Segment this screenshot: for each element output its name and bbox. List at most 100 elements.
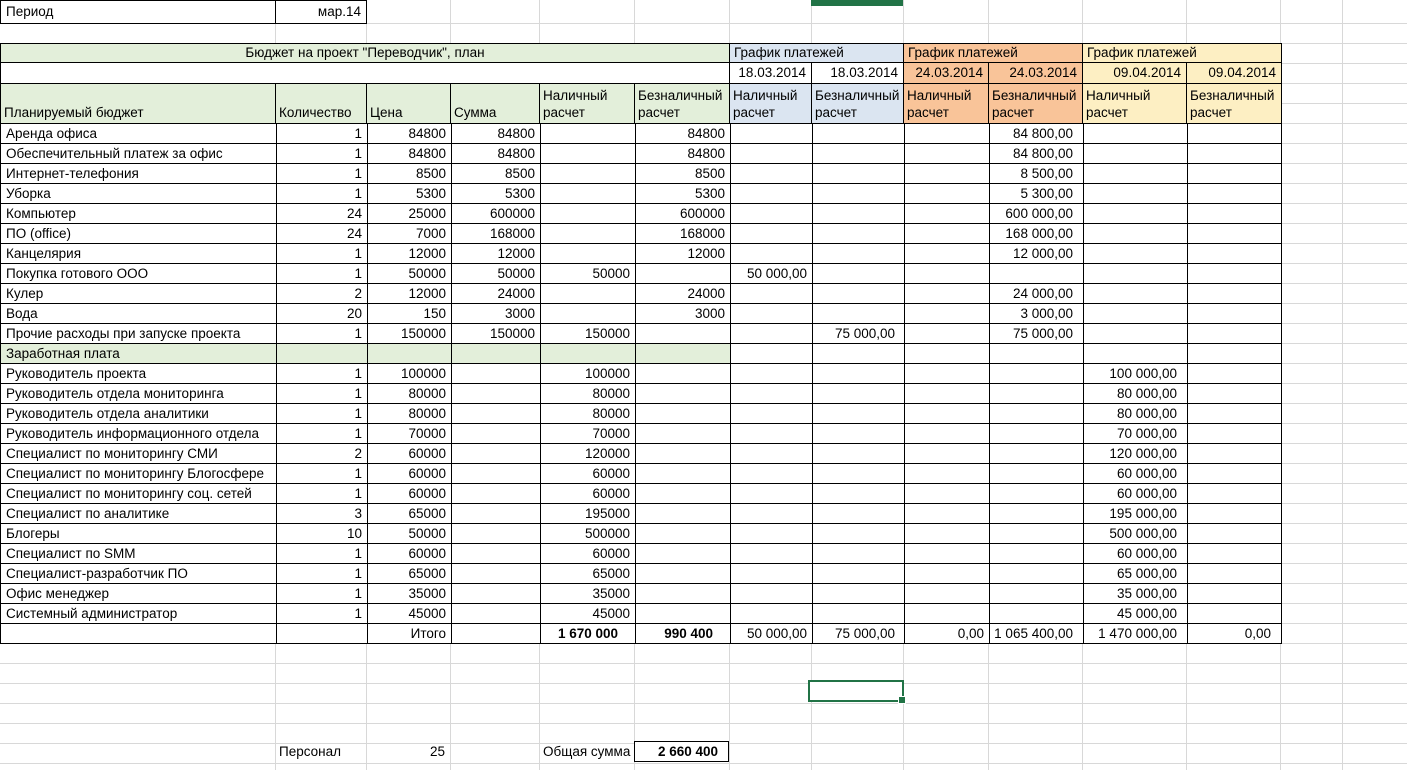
cell-value[interactable]: 150: [368, 304, 446, 323]
cell-value[interactable]: 150000: [452, 324, 535, 343]
totals-cash[interactable]: 1 670 000: [541, 624, 630, 643]
cell-value[interactable]: 12000: [452, 244, 535, 263]
cell-value[interactable]: 20: [277, 304, 362, 323]
empty-cell[interactable]: [1, 63, 730, 83]
cell-value[interactable]: 5300: [636, 184, 725, 203]
col-header-qty[interactable]: Количество: [276, 84, 367, 123]
cell-value[interactable]: 24: [277, 204, 362, 223]
cell-value[interactable]: 1: [277, 364, 362, 383]
cell-value[interactable]: 80000: [368, 404, 446, 423]
cell-value[interactable]: 45000: [368, 604, 446, 623]
cell-value[interactable]: 84800: [368, 124, 446, 143]
cell-value[interactable]: 35 000,00: [1084, 584, 1177, 603]
row-label[interactable]: Покупка готового ООО: [6, 264, 148, 283]
cell-value[interactable]: 60000: [541, 544, 630, 563]
table-row[interactable]: Обеспечительный платеж за офис1848008480…: [1, 144, 1281, 164]
row-label[interactable]: Специалист по SMM: [6, 544, 136, 563]
cell-value[interactable]: 3 000,00: [990, 304, 1073, 323]
cell-value[interactable]: 150000: [368, 324, 446, 343]
cell-value[interactable]: 1: [277, 424, 362, 443]
table-row[interactable]: Системный администратор1450004500045 000…: [1, 604, 1281, 624]
cell-value[interactable]: 60000: [541, 484, 630, 503]
totals-g3-noncash[interactable]: 0,00: [1188, 624, 1271, 643]
table-row[interactable]: Канцелярия112000120001200012 000,00: [1, 244, 1281, 264]
row-label[interactable]: Аренда офиса: [6, 124, 97, 143]
row-label[interactable]: Руководитель проекта: [6, 364, 146, 383]
row-label[interactable]: ПО (office): [6, 224, 71, 243]
cell-value[interactable]: 35000: [541, 584, 630, 603]
cell-value[interactable]: 65000: [368, 504, 446, 523]
row-label[interactable]: Интернет-телефония: [6, 164, 139, 183]
table-row[interactable]: Руководитель информационного отдела17000…: [1, 424, 1281, 444]
cell-value[interactable]: 195000: [541, 504, 630, 523]
col-header-noncash[interactable]: Безналичный расчет: [635, 84, 730, 123]
totals-g1-cash[interactable]: 50 000,00: [731, 624, 807, 643]
cell-value[interactable]: 24: [277, 224, 362, 243]
cell-value[interactable]: 1: [277, 264, 362, 283]
table-row[interactable]: Вода20150300030003 000,00: [1, 304, 1281, 324]
table-row[interactable]: Специалист-разработчик ПО1650006500065 0…: [1, 564, 1281, 584]
fill-handle[interactable]: [898, 696, 906, 704]
table-row[interactable]: Прочие расходы при запуске проекта115000…: [1, 324, 1281, 344]
col-header-g3-cash[interactable]: Наличный расчет: [1083, 84, 1187, 123]
cell-value[interactable]: 600000: [452, 204, 535, 223]
cell-value[interactable]: 60000: [368, 484, 446, 503]
cell-value[interactable]: 80000: [368, 384, 446, 403]
cell-value[interactable]: 1: [277, 584, 362, 603]
cell-value[interactable]: 168 000,00: [990, 224, 1073, 243]
row-label[interactable]: Обеспечительный платеж за офис: [6, 144, 223, 163]
table-row[interactable]: Офис менеджер1350003500035 000,00: [1, 584, 1281, 604]
schedule-2-title[interactable]: График платежей: [904, 44, 1083, 62]
cell-value[interactable]: 168000: [636, 224, 725, 243]
cell-value[interactable]: 84800: [452, 144, 535, 163]
cell-value[interactable]: 70000: [368, 424, 446, 443]
cell-value[interactable]: 1: [277, 464, 362, 483]
cell-value[interactable]: 3000: [636, 304, 725, 323]
cell-value[interactable]: 1: [277, 164, 362, 183]
col-header-name[interactable]: Планируемый бюджет: [1, 84, 276, 123]
row-label[interactable]: Вода: [6, 304, 38, 323]
totals-row[interactable]: Итого 1 670 000 990 400 50 000,00 75 000…: [1, 624, 1281, 644]
cell-value[interactable]: 2: [277, 444, 362, 463]
schedule-2-date-cash[interactable]: 24.03.2014: [904, 63, 989, 83]
table-title[interactable]: Бюджет на проект "Переводчик", план: [1, 44, 730, 62]
cell-value[interactable]: 60000: [368, 464, 446, 483]
cell-value[interactable]: 84800: [636, 144, 725, 163]
schedule-1-title[interactable]: График платежей: [730, 44, 904, 62]
totals-g2-cash[interactable]: 0,00: [905, 624, 984, 643]
col-header-price[interactable]: Цена: [367, 84, 451, 123]
cell-value[interactable]: 60 000,00: [1084, 544, 1177, 563]
row-label[interactable]: Канцелярия: [6, 244, 81, 263]
col-header-cash[interactable]: Наличный расчет: [540, 84, 635, 123]
schedule-3-date-cash[interactable]: 09.04.2014: [1083, 63, 1187, 83]
col-header-g2-cash[interactable]: Наличный расчет: [904, 84, 989, 123]
cell-value[interactable]: 120000: [541, 444, 630, 463]
table-row[interactable]: Компьютер2425000600000600000600 000,00: [1, 204, 1281, 224]
cell-period-label[interactable]: Период: [0, 0, 276, 24]
cell-value[interactable]: 1: [277, 324, 362, 343]
row-label[interactable]: Кулер: [6, 284, 43, 303]
cell-value[interactable]: 8500: [368, 164, 446, 183]
table-row[interactable]: Блогеры1050000500000500 000,00: [1, 524, 1281, 544]
totals-noncash[interactable]: 990 400: [636, 624, 725, 643]
cell-value[interactable]: 1: [277, 124, 362, 143]
cell-value[interactable]: 80000: [541, 404, 630, 423]
cell-value[interactable]: 24000: [636, 284, 725, 303]
totals-g3-cash[interactable]: 1 470 000,00: [1084, 624, 1177, 643]
cell-value[interactable]: 70000: [541, 424, 630, 443]
cell-value[interactable]: 1: [277, 244, 362, 263]
cell-value[interactable]: 50000: [368, 264, 446, 283]
table-row[interactable]: Специалист по мониторингу СМИ26000012000…: [1, 444, 1281, 464]
personnel-value[interactable]: 25: [367, 742, 445, 762]
cell-value[interactable]: 84800: [636, 124, 725, 143]
schedule-1-date-cash[interactable]: 18.03.2014: [730, 63, 812, 83]
table-row[interactable]: Руководитель отдела мониторинга180000800…: [1, 384, 1281, 404]
cell-value[interactable]: 8500: [452, 164, 535, 183]
cell-value[interactable]: 1: [277, 404, 362, 423]
cell-value[interactable]: 84800: [452, 124, 535, 143]
schedule-3-title[interactable]: График платежей: [1083, 44, 1281, 62]
totals-g1-noncash[interactable]: 75 000,00: [813, 624, 895, 643]
totals-g2-noncash[interactable]: 1 065 400,00: [990, 624, 1073, 643]
cell-value[interactable]: 600000: [636, 204, 725, 223]
cell-value[interactable]: 60000: [541, 464, 630, 483]
